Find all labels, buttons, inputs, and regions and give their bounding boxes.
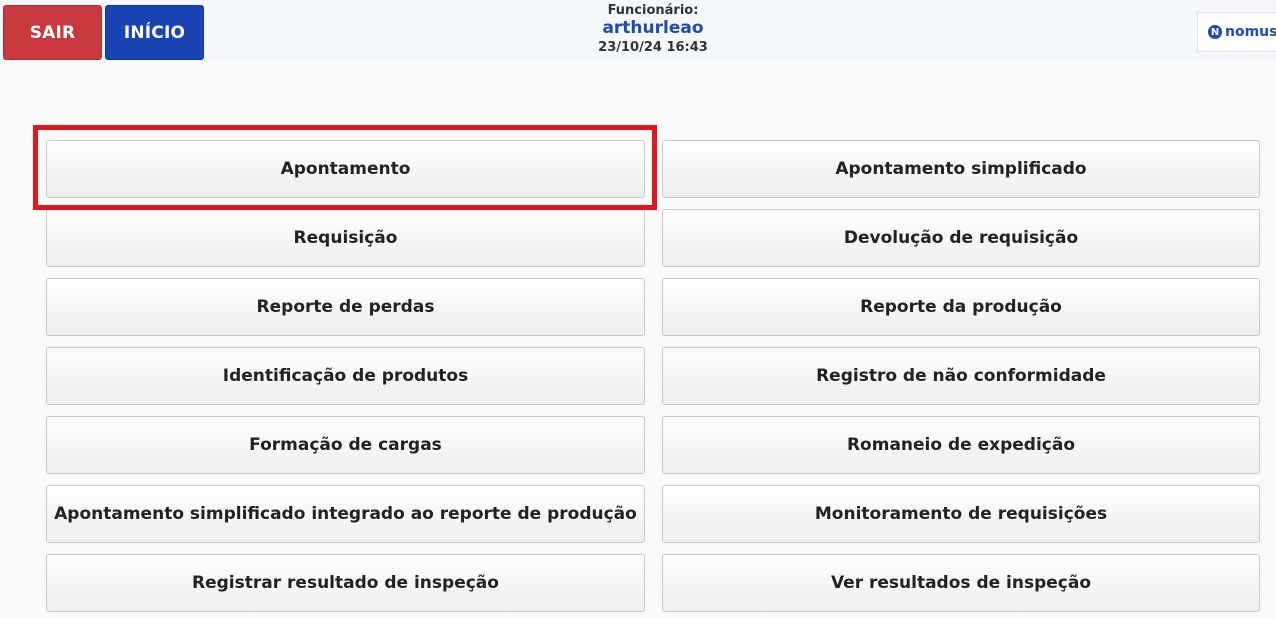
menu-button-apontamento[interactable]: Apontamento: [46, 140, 645, 198]
sair-button[interactable]: SAIR: [3, 5, 102, 60]
menu-button-devolucao-requisicao[interactable]: Devolução de requisição: [662, 209, 1260, 267]
menu-button-requisicao[interactable]: Requisição: [46, 209, 645, 267]
inicio-button[interactable]: INÍCIO: [105, 5, 204, 60]
menu-button-reporte-producao[interactable]: Reporte da produção: [662, 278, 1260, 336]
employee-info: Funcionário: arthurleao 23/10/24 16:43: [553, 4, 753, 54]
menu-button-identificacao-produtos[interactable]: Identificação de produtos: [46, 347, 645, 405]
menu-button-apontamento-integrado[interactable]: Apontamento simplificado integrado ao re…: [46, 485, 645, 543]
top-bar: SAIR INÍCIO Funcionário: arthurleao 23/1…: [0, 0, 1276, 62]
nomus-logo-icon: N: [1208, 25, 1222, 39]
menu-button-romaneio-expedicao[interactable]: Romaneio de expedição: [662, 416, 1260, 474]
nomus-logo: N nomus: [1197, 12, 1276, 52]
menu-button-ver-inspecao[interactable]: Ver resultados de inspeção: [662, 554, 1260, 612]
menu-button-reporte-perdas[interactable]: Reporte de perdas: [46, 278, 645, 336]
menu-button-monitoramento-requisicoes[interactable]: Monitoramento de requisições: [662, 485, 1260, 543]
menu-button-nao-conformidade[interactable]: Registro de não conformidade: [662, 347, 1260, 405]
datetime-text: 23/10/24 16:43: [598, 40, 708, 55]
logo-text: nomus: [1225, 24, 1276, 40]
employee-label: Funcionário:: [607, 3, 699, 18]
menu-button-formacao-cargas[interactable]: Formação de cargas: [46, 416, 645, 474]
employee-name: arthurleao: [602, 18, 704, 38]
menu-button-apontamento-simplificado[interactable]: Apontamento simplificado: [662, 140, 1260, 198]
menu-button-registrar-inspecao[interactable]: Registrar resultado de inspeção: [46, 554, 645, 612]
